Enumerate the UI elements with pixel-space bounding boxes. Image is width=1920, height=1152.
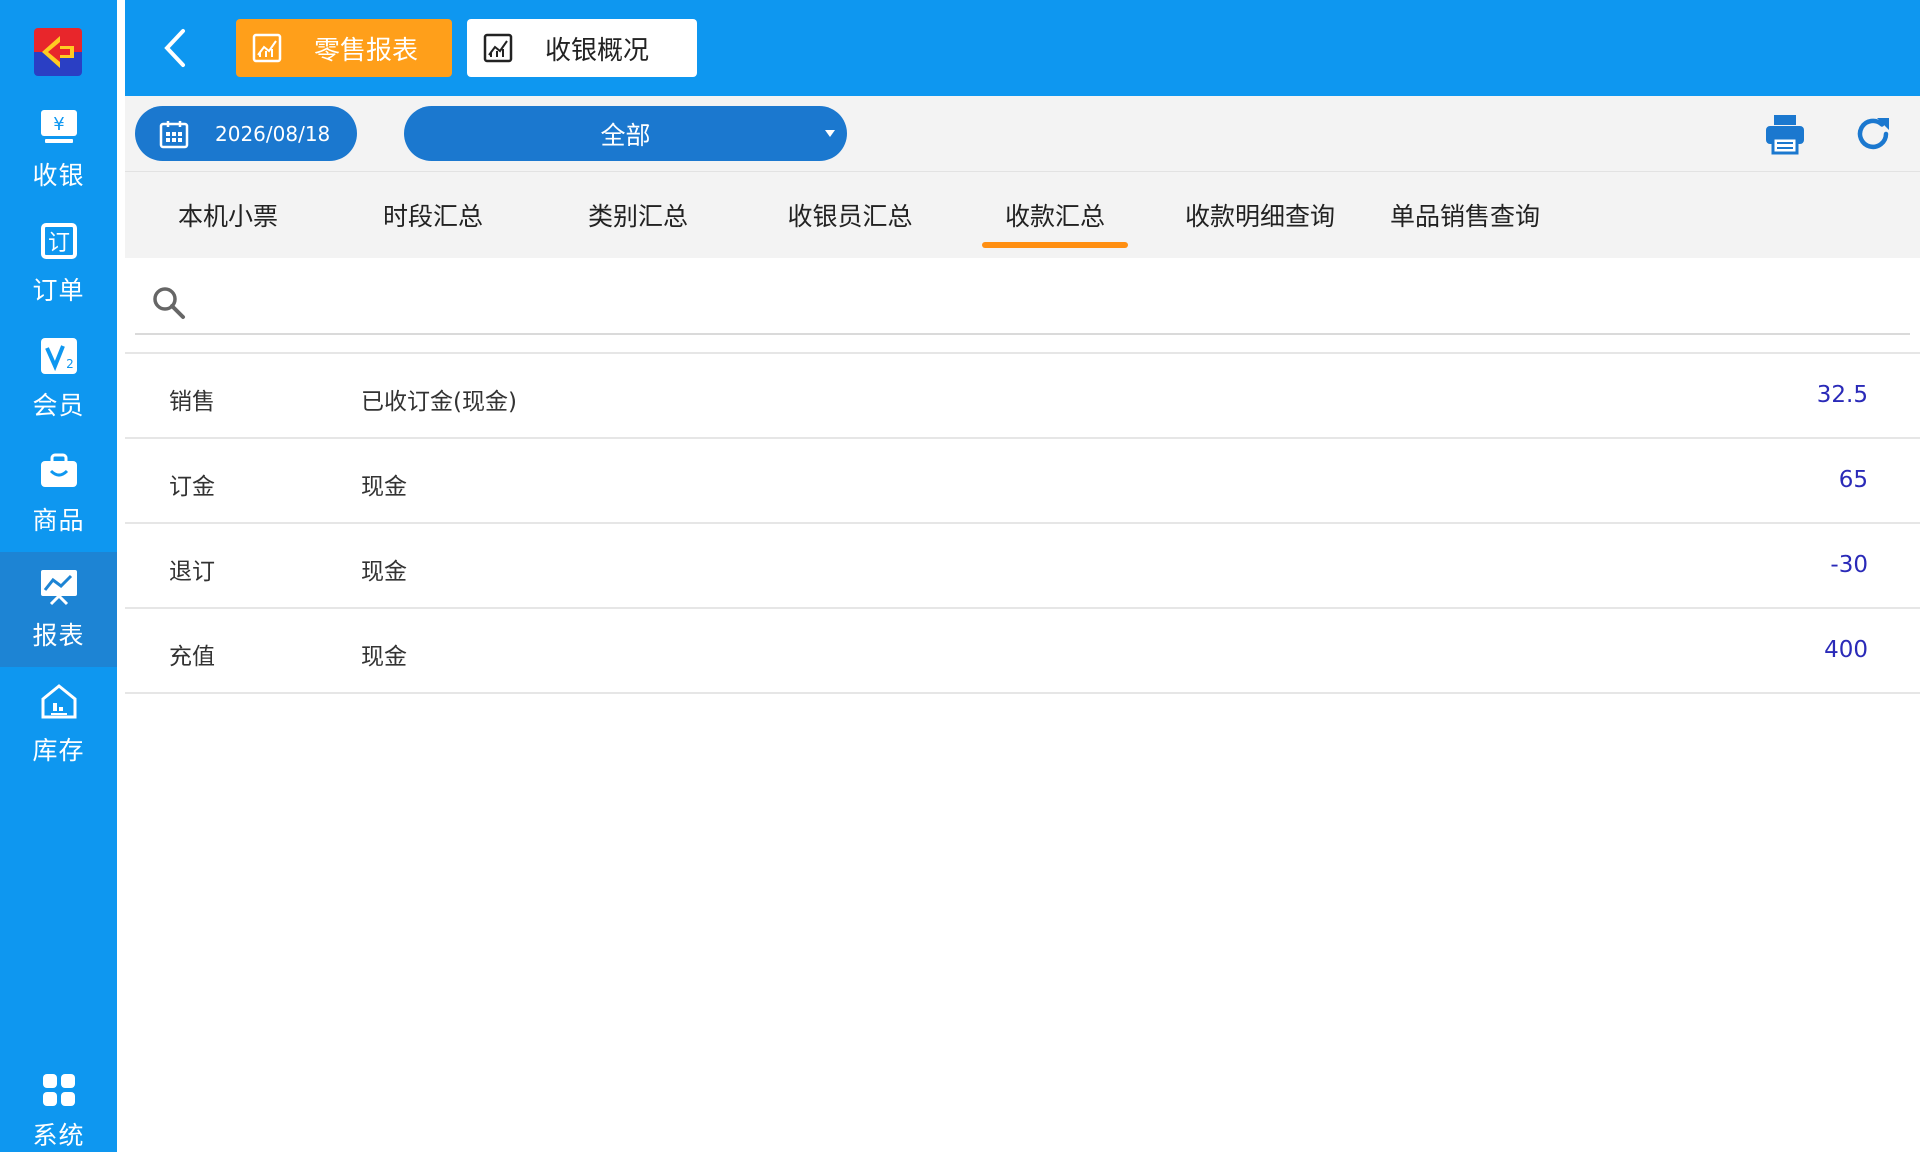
sidebar-item-member[interactable]: 2 会员 xyxy=(0,322,117,437)
table-row[interactable]: 销售 已收订金(现金) 32.5 xyxy=(125,354,1920,439)
payment-summary-list: 销售 已收订金(现金) 32.5 订金 现金 65 退订 现金 -30 充值 现… xyxy=(125,352,1920,694)
print-button[interactable] xyxy=(1763,112,1807,156)
sidebar-item-system[interactable]: 系统 xyxy=(0,1058,117,1152)
product-bag-icon xyxy=(37,449,81,493)
search-input[interactable] xyxy=(205,276,1885,320)
row-type: 订金 xyxy=(169,474,215,500)
sidebar-item-label: 商品 xyxy=(32,506,85,535)
sidebar-item-product[interactable]: 商品 xyxy=(0,437,117,552)
sidebar-item-label: 库存 xyxy=(32,736,85,765)
sidebar-item-label: 收银 xyxy=(32,161,85,190)
table-row[interactable]: 退订 现金 -30 xyxy=(125,524,1920,609)
calendar-icon xyxy=(159,120,189,148)
tab-label: 收银概况 xyxy=(545,35,650,66)
refresh-icon xyxy=(1857,118,1889,150)
refresh-button[interactable] xyxy=(1851,112,1895,156)
row-amount: 65 xyxy=(1838,467,1868,493)
date-value: 2026/08/18 xyxy=(215,121,331,146)
app-logo xyxy=(34,28,82,76)
order-icon: 订 xyxy=(37,219,81,263)
search-bar xyxy=(135,258,1910,335)
sidebar-item-report[interactable]: 报表 xyxy=(0,552,117,667)
grid-icon xyxy=(37,1068,81,1112)
tab-payment-detail-query[interactable]: 收款明细查询 xyxy=(1175,172,1345,258)
report-category-tabs: 本机小票 时段汇总 类别汇总 收银员汇总 收款汇总 收款明细查询 单品销售查询 xyxy=(125,172,1920,258)
sidebar-item-label: 报表 xyxy=(32,621,85,650)
search-icon xyxy=(153,287,185,319)
row-method: 已收订金(现金) xyxy=(361,389,517,415)
scope-select-value: 全部 xyxy=(600,120,651,150)
row-method: 现金 xyxy=(361,644,407,670)
row-type: 充值 xyxy=(169,644,215,670)
table-row[interactable]: 订金 现金 65 xyxy=(125,439,1920,524)
row-amount: 32.5 xyxy=(1816,382,1868,408)
chevron-left-icon xyxy=(164,29,185,67)
svg-text:订: 订 xyxy=(47,231,69,256)
warehouse-icon xyxy=(37,679,81,723)
row-type: 销售 xyxy=(169,389,215,415)
sidebar-item-inventory[interactable]: 库存 xyxy=(0,667,117,782)
report-chart-icon xyxy=(37,564,81,608)
tab-period-summary[interactable]: 时段汇总 xyxy=(358,172,508,258)
tab-local-receipts[interactable]: 本机小票 xyxy=(153,172,303,258)
sidebar: ¥ 收银 订 订单 2 会员 商品 报表 库存 系统 xyxy=(0,0,117,1152)
scope-select[interactable]: 全部 xyxy=(404,106,847,161)
sidebar-item-label: 订单 xyxy=(32,276,85,305)
row-type: 退订 xyxy=(169,559,215,585)
sidebar-item-label: 系统 xyxy=(32,1121,85,1150)
report-icon xyxy=(481,31,515,65)
svg-text:¥: ¥ xyxy=(53,114,64,135)
printer-icon xyxy=(1766,115,1804,155)
back-button[interactable] xyxy=(155,25,195,71)
date-picker-button[interactable]: 2026/08/18 xyxy=(135,106,357,161)
filter-toolbar: 2026/08/18 全部 xyxy=(125,96,1920,172)
cashier-icon: ¥ xyxy=(37,104,81,148)
header-bar: 零售报表 收银概况 xyxy=(125,0,1920,96)
sidebar-item-label: 会员 xyxy=(32,391,85,420)
tab-payment-summary[interactable]: 收款汇总 xyxy=(982,172,1128,258)
sidebar-item-cashier[interactable]: ¥ 收银 xyxy=(0,92,117,207)
row-amount: -30 xyxy=(1830,552,1868,578)
report-icon xyxy=(250,31,284,65)
tab-item-sales-query[interactable]: 单品销售查询 xyxy=(1380,172,1550,258)
member-icon: 2 xyxy=(37,334,81,378)
row-method: 现金 xyxy=(361,559,407,585)
tab-cashier-overview[interactable]: 收银概况 xyxy=(467,19,697,77)
row-amount: 400 xyxy=(1824,637,1868,663)
row-method: 现金 xyxy=(361,474,407,500)
sidebar-item-order[interactable]: 订 订单 xyxy=(0,207,117,322)
tab-label: 零售报表 xyxy=(314,35,419,66)
tab-retail-report[interactable]: 零售报表 xyxy=(236,19,452,77)
table-row[interactable]: 充值 现金 400 xyxy=(125,609,1920,694)
svg-text:2: 2 xyxy=(66,357,74,371)
caret-down-icon xyxy=(825,130,835,137)
tab-category-summary[interactable]: 类别汇总 xyxy=(563,172,713,258)
tab-cashier-summary[interactable]: 收银员汇总 xyxy=(765,172,935,258)
